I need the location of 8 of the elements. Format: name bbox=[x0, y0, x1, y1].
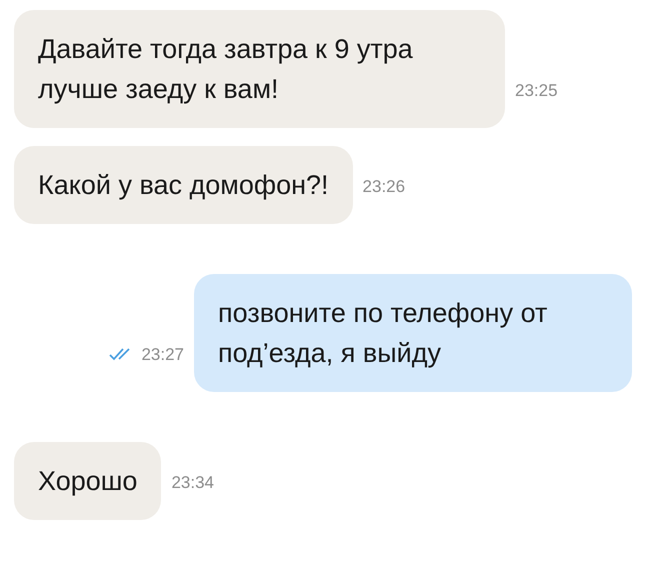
message-bubble: позвоните по телефону от под’езда, я выйду bbox=[194, 274, 632, 392]
message-time: 23:27 bbox=[141, 344, 184, 366]
message-time: 23:26 bbox=[362, 176, 406, 198]
message-bubble: Какой у вас домофон?! bbox=[14, 146, 353, 224]
message-time: 23:34 bbox=[171, 472, 214, 494]
message-time: 23:25 bbox=[515, 80, 558, 102]
message-bubble: Давайте тогда завтра к 9 утра лучше заеду к вам! bbox=[14, 10, 505, 128]
message-bubble: Хорошо bbox=[14, 442, 162, 520]
